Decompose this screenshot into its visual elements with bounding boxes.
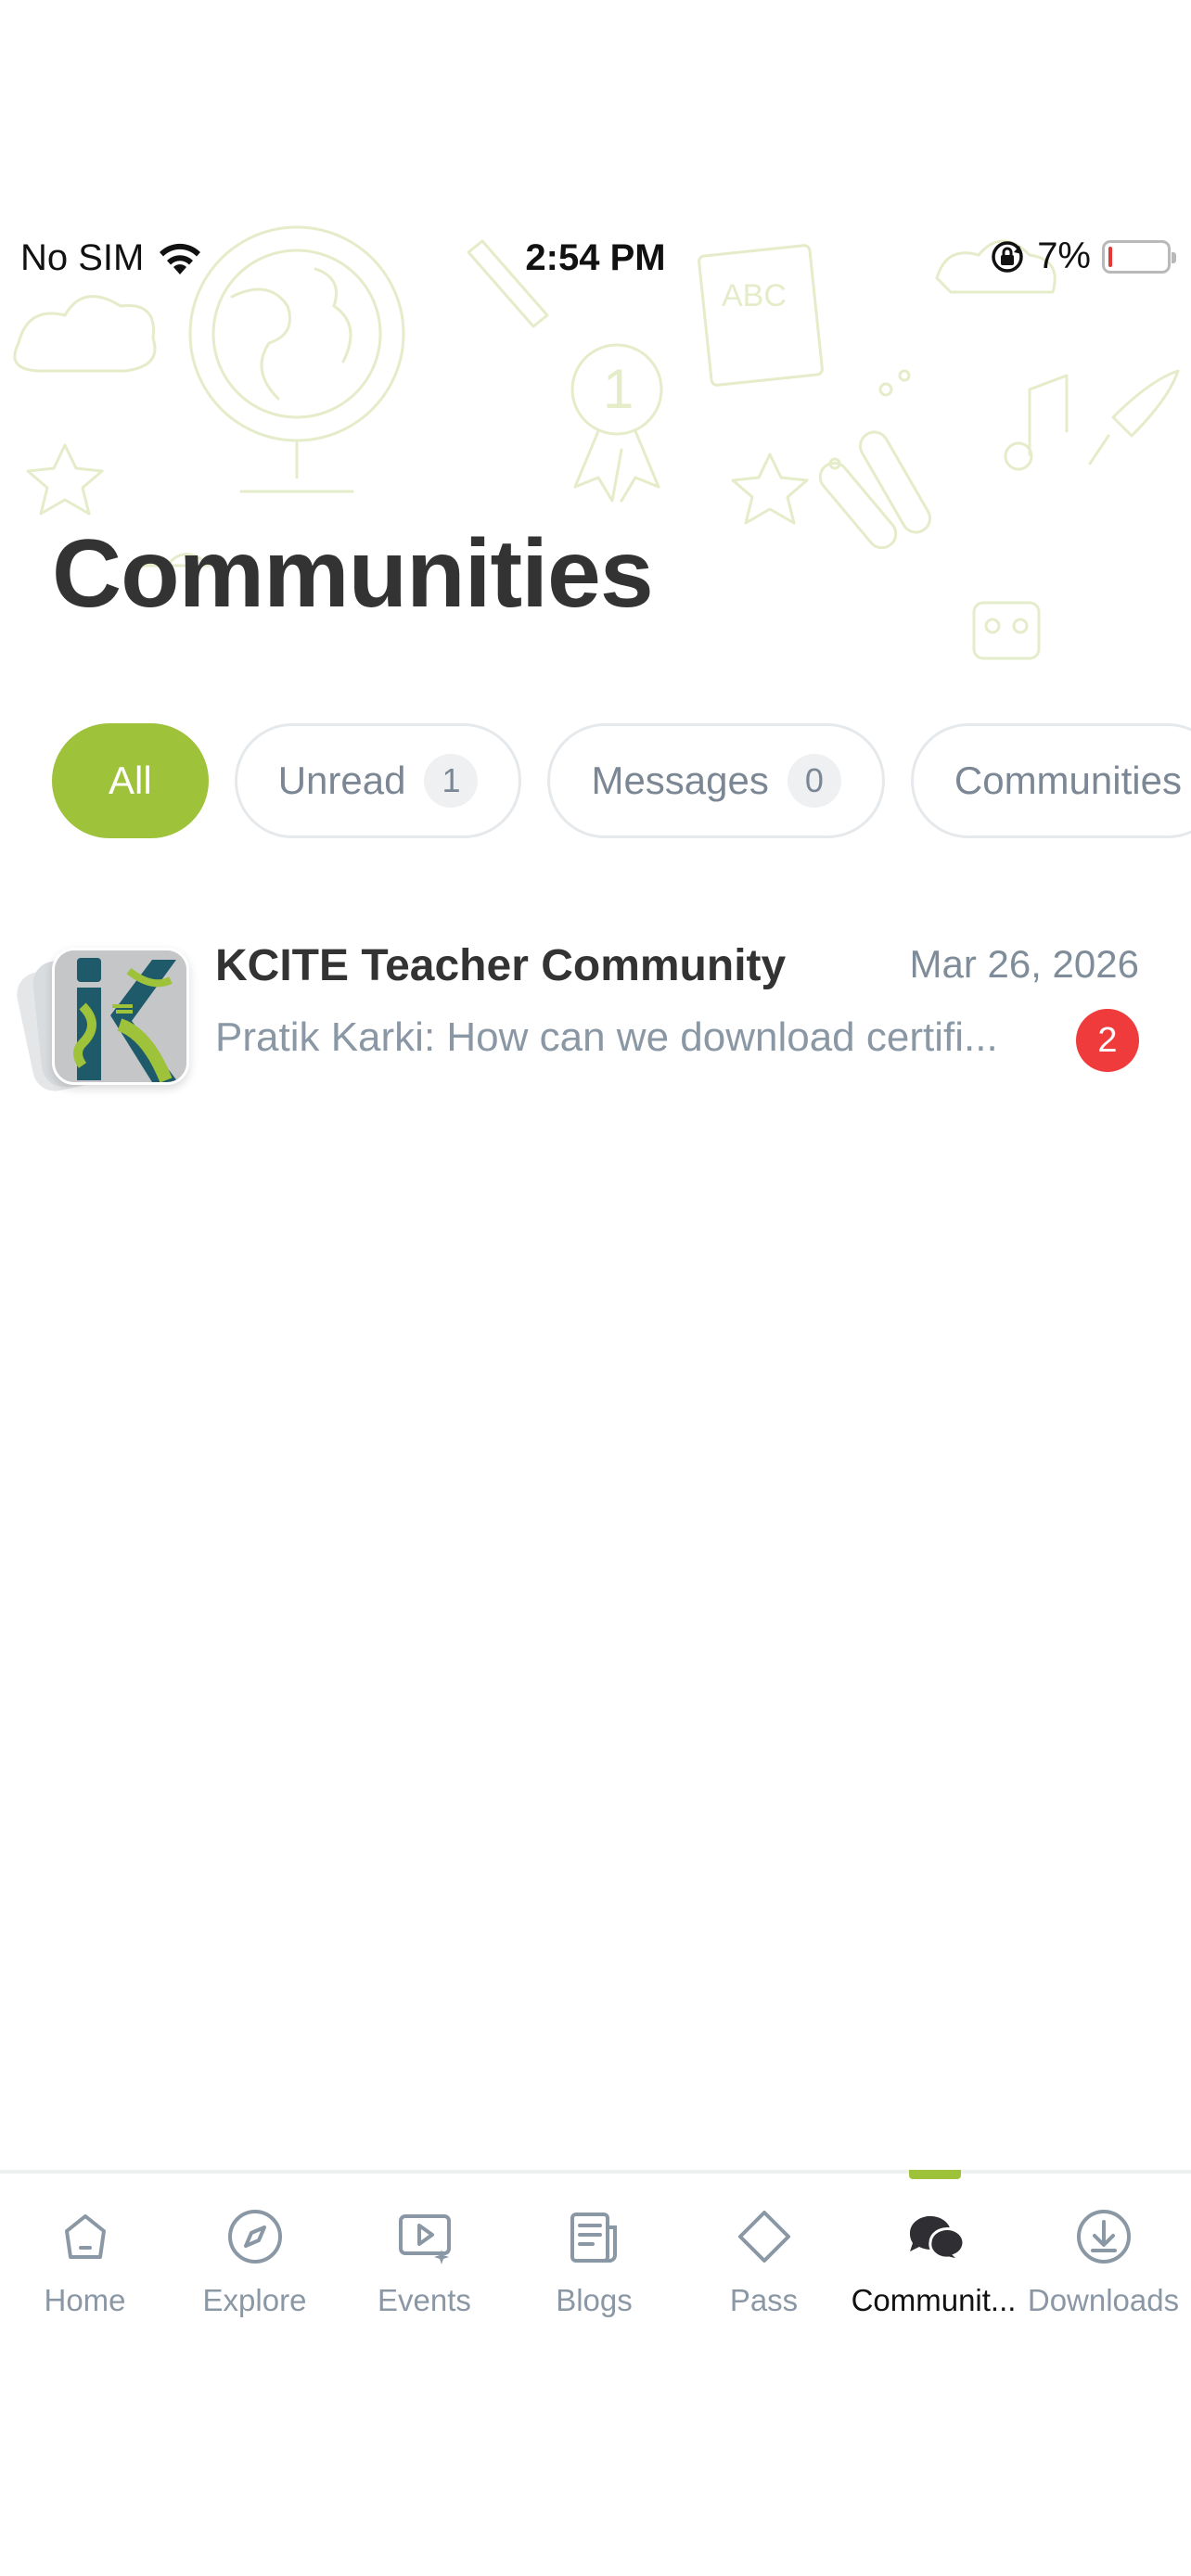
community-avatar <box>52 948 189 1085</box>
chat-bubbles-icon <box>909 2215 964 2264</box>
svg-text:1: 1 <box>603 358 634 420</box>
tab-events[interactable]: Events <box>339 2207 509 2318</box>
kcite-logo-icon <box>55 950 186 1082</box>
download-icon <box>1076 2210 1131 2264</box>
battery-level-fill <box>1108 246 1112 267</box>
community-list-item[interactable]: KCITE Teacher Community Mar 26, 2026 Pra… <box>0 927 1191 1096</box>
filter-chip-messages[interactable]: Messages 0 <box>547 723 885 838</box>
community-name: KCITE Teacher Community <box>215 941 787 990</box>
community-avatar-stack <box>12 937 193 1096</box>
tab-pass[interactable]: Pass <box>679 2207 849 2318</box>
battery-icon <box>1102 239 1176 274</box>
status-bar: No SIM 2:54 PM 7% <box>0 232 1191 291</box>
filter-chip-unread[interactable]: Unread 1 <box>234 723 522 838</box>
tab-downloads[interactable]: Downloads <box>1018 2207 1188 2318</box>
tab-label: Communit... <box>851 2283 1017 2317</box>
filter-chip-label: Messages <box>591 759 769 802</box>
compass-icon <box>227 2210 282 2264</box>
tab-label: Home <box>44 2283 126 2317</box>
filter-chip-label: All <box>109 759 152 802</box>
tab-communities[interactable]: Communit... <box>849 2207 1018 2318</box>
filter-chip-label: Communities <box>954 759 1182 802</box>
filter-chip-all[interactable]: All <box>52 723 209 838</box>
filter-chip-label: Unread <box>277 759 406 802</box>
tab-home[interactable]: Home <box>0 2207 170 2318</box>
page-title: Communities <box>52 520 654 628</box>
active-tab-indicator <box>909 2170 961 2179</box>
tab-label: Blogs <box>556 2283 633 2317</box>
newspaper-icon <box>570 2213 617 2263</box>
orientation-lock-icon <box>992 240 1023 273</box>
bottom-tab-bar: Home Explore Events Blogs Pass Communit.… <box>0 2170 1191 2355</box>
filter-chip-count: 1 <box>424 754 479 808</box>
community-date: Mar 26, 2026 <box>909 942 1140 986</box>
tab-label: Downloads <box>1027 2283 1180 2317</box>
unread-count-badge: 2 <box>1076 1009 1139 1072</box>
community-last-message: Pratik Karki: How can we download certif… <box>215 1014 998 1060</box>
home-icon <box>64 2214 106 2259</box>
filter-chips: All Unread 1 Messages 0 Communities <box>52 723 1191 838</box>
video-sparkle-icon <box>398 2214 451 2264</box>
tab-label: Events <box>378 2283 471 2317</box>
tab-explore[interactable]: Explore <box>170 2207 339 2318</box>
status-right: 7% <box>989 236 1176 277</box>
tab-blogs[interactable]: Blogs <box>509 2207 679 2318</box>
diamond-icon <box>737 2211 790 2263</box>
filter-chip-communities[interactable]: Communities <box>910 723 1191 838</box>
tab-label: Pass <box>729 2283 799 2317</box>
battery-percent: 7% <box>1037 236 1091 276</box>
tab-label: Explore <box>202 2283 307 2317</box>
filter-chip-count: 0 <box>787 754 841 808</box>
